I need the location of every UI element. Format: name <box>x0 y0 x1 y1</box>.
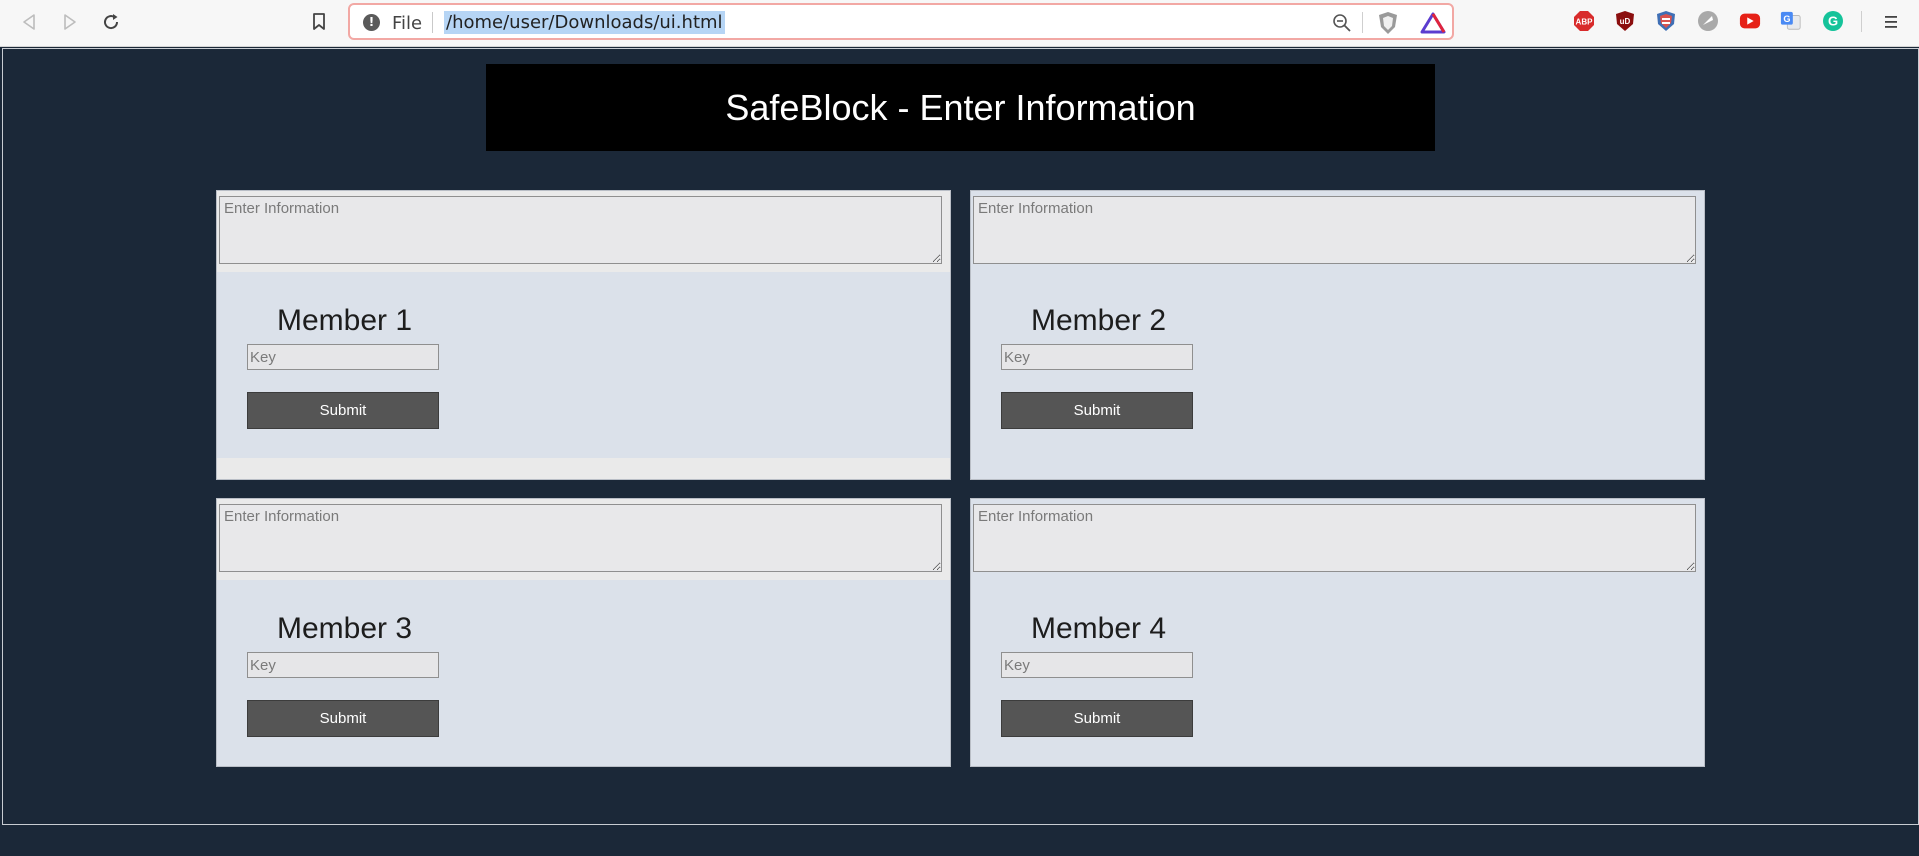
key-input-2[interactable] <box>1001 344 1193 370</box>
zoom-out-icon[interactable] <box>1332 13 1352 33</box>
key-input-4[interactable] <box>1001 652 1193 678</box>
information-input-4[interactable] <box>973 504 1696 572</box>
member-panel-4: Member 4 Submit <box>971 580 1704 766</box>
youtube-extension-icon[interactable] <box>1739 10 1761 32</box>
member-card-4: Member 4 Submit <box>970 498 1705 767</box>
google-translate-label: G <box>1783 14 1790 24</box>
member-panel-3: Member 3 Submit <box>217 580 950 766</box>
adblock-plus-label: ABP <box>1576 18 1594 27</box>
key-input-3[interactable] <box>247 652 439 678</box>
submit-button-3[interactable]: Submit <box>247 700 439 737</box>
address-bar[interactable]: ! File /home/user/Downloads/ui.html <box>348 3 1454 40</box>
back-button[interactable] <box>16 9 42 35</box>
forward-arrow-icon <box>64 14 76 30</box>
brave-shields-icon[interactable] <box>1377 11 1399 35</box>
menu-button[interactable] <box>1878 9 1904 35</box>
bookmark-button[interactable] <box>306 9 332 35</box>
url-icons-separator <box>1362 12 1363 33</box>
google-translate-icon[interactable]: G <box>1780 10 1802 32</box>
information-input-1[interactable] <box>219 196 942 264</box>
site-info-icon[interactable]: ! <box>363 14 380 31</box>
member-card-3: Member 3 Submit <box>216 498 951 767</box>
member-title-2: Member 2 <box>1031 304 1167 337</box>
brave-rewards-icon[interactable] <box>1420 12 1446 34</box>
bookmark-icon <box>313 13 325 30</box>
ublock-origin-label: uD <box>1620 17 1631 26</box>
toolbar-separator <box>1861 11 1862 32</box>
page-header: SafeBlock - Enter Information <box>486 64 1435 151</box>
url-text[interactable]: /home/user/Downloads/ui.html <box>444 11 725 34</box>
information-input-2[interactable] <box>973 196 1696 264</box>
member-card-2: Member 2 Submit <box>970 190 1705 480</box>
member-card-1: Member 1 Submit <box>216 190 951 480</box>
submit-button-2[interactable]: Submit <box>1001 392 1193 429</box>
hamburger-menu-icon <box>1885 16 1897 28</box>
member-title-4: Member 4 <box>1031 612 1167 645</box>
browser-toolbar: ! File /home/user/Downloads/ui.html ABP … <box>0 0 1919 47</box>
forward-button[interactable] <box>57 9 83 35</box>
information-input-3[interactable] <box>219 504 942 572</box>
submit-button-1[interactable]: Submit <box>247 392 439 429</box>
member-panel-1: Member 1 Submit <box>217 272 950 458</box>
adblock-plus-icon[interactable]: ABP <box>1573 10 1595 32</box>
submit-button-4[interactable]: Submit <box>1001 700 1193 737</box>
grammarly-icon[interactable]: G <box>1822 10 1844 32</box>
privacy-shield-icon[interactable] <box>1655 10 1677 32</box>
page-title: SafeBlock - Enter Information <box>725 86 1196 128</box>
reload-icon <box>104 14 119 30</box>
key-input-1[interactable] <box>247 344 439 370</box>
reload-button[interactable] <box>98 9 124 35</box>
url-separator <box>432 12 433 33</box>
back-arrow-icon <box>23 14 35 30</box>
url-scheme-label: File <box>392 13 423 34</box>
gray-extension-icon[interactable] <box>1697 10 1719 32</box>
grammarly-label: G <box>1828 14 1838 29</box>
member-panel-2: Member 2 Submit <box>971 272 1704 479</box>
ublock-origin-icon[interactable]: uD <box>1614 10 1636 32</box>
member-title-1: Member 1 <box>277 304 413 337</box>
member-title-3: Member 3 <box>277 612 413 645</box>
